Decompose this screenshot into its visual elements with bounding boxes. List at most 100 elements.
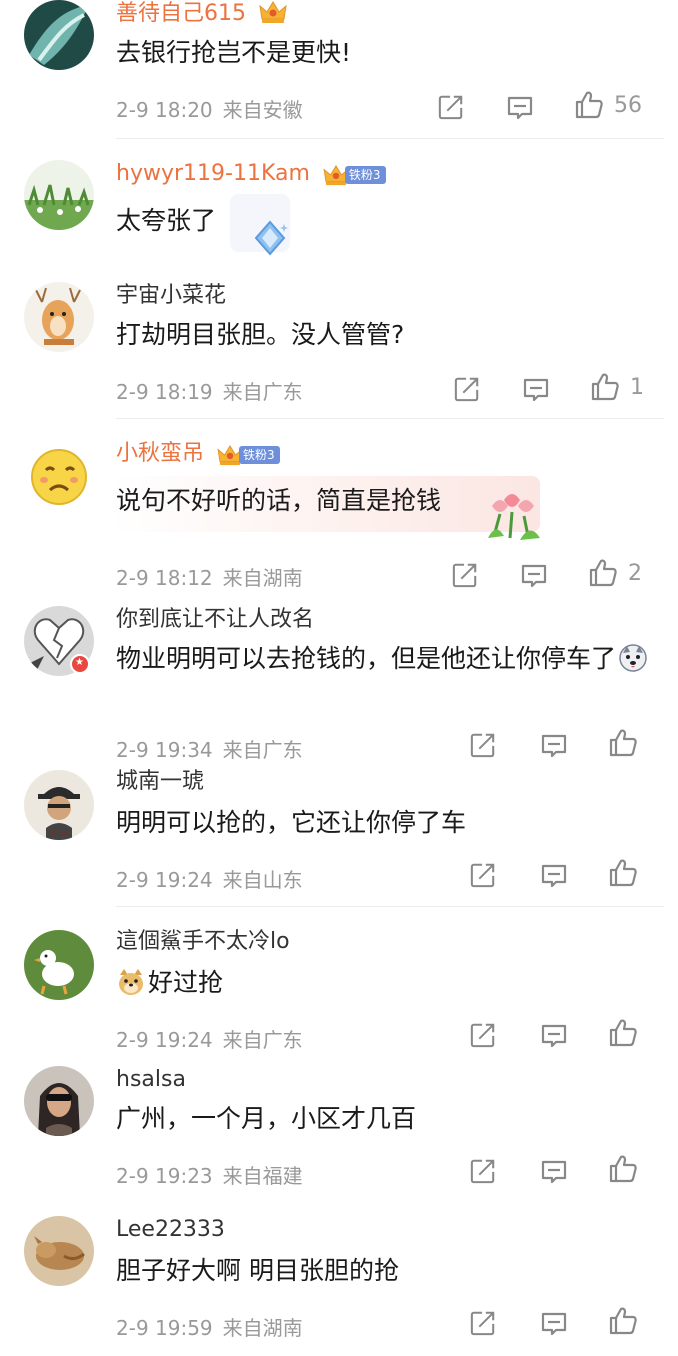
comment-text: 说句不好听的话，简直是抢钱	[116, 486, 442, 515]
username[interactable]: Lee22333	[116, 1216, 225, 1244]
share-button[interactable]	[470, 862, 496, 888]
comment-location: 来自广东	[222, 738, 303, 762]
avatar[interactable]	[24, 440, 94, 510]
comment-bubble-icon	[540, 1022, 568, 1050]
username[interactable]: 宇宙小菜花	[116, 282, 226, 310]
avatar[interactable]	[24, 282, 94, 352]
edit-share-icon	[470, 732, 496, 758]
reply-button[interactable]	[520, 562, 548, 590]
like-count: 1	[630, 374, 644, 400]
thumbs-up-icon	[608, 1018, 638, 1048]
username-text[interactable]: 小秋蛮吊	[116, 441, 204, 466]
thumbs-up-icon	[608, 728, 638, 758]
avatar[interactable]	[24, 160, 94, 230]
comment-bubble-icon	[540, 862, 568, 890]
comment-location: 来自湖南	[222, 566, 303, 590]
username-text[interactable]: hywyr119-11Kam	[116, 161, 310, 186]
username[interactable]: hywyr119-11Kam 铁粉3	[116, 160, 386, 188]
thumbs-up-icon	[588, 558, 618, 588]
thumbs-up-icon	[608, 1306, 638, 1336]
avatar[interactable]	[24, 1066, 94, 1136]
comment-date: 2-9 19:24	[116, 868, 213, 892]
comment-meta: 2-9 19:59 来自湖南	[116, 1312, 303, 1341]
comment-meta: 2-9 18:19 来自广东	[116, 376, 303, 405]
like-button[interactable]	[608, 1306, 638, 1336]
like-button[interactable]	[608, 1154, 638, 1184]
like-button[interactable]	[608, 728, 638, 758]
comment-text: 胆子好大啊 明目张胆的抢	[116, 1256, 399, 1285]
username[interactable]: 你到底让不让人改名	[116, 606, 314, 634]
like-button[interactable]	[608, 858, 638, 888]
fan-badge: 铁粉3	[323, 161, 386, 183]
reply-button[interactable]	[540, 1310, 568, 1338]
comment-text: 明明可以抢的，它还让你停了车	[116, 808, 467, 837]
like-button[interactable]: 1	[590, 372, 644, 402]
comment-meta: 2-9 19:34 来自广东	[116, 734, 303, 763]
share-button[interactable]	[438, 94, 464, 120]
comment-date: 2-9 18:19	[116, 380, 213, 404]
reply-button[interactable]	[540, 732, 568, 760]
thumbs-up-icon	[574, 90, 604, 120]
husky-emoji-icon	[619, 644, 647, 672]
edit-share-icon	[470, 1022, 496, 1048]
comment-meta: 2-9 19:24 来自山东	[116, 864, 303, 893]
reply-button[interactable]	[540, 1022, 568, 1050]
comment-location: 来自安徽	[222, 98, 303, 122]
reply-button[interactable]	[522, 376, 550, 404]
svg-text:Léon: Léon	[51, 829, 71, 838]
share-button[interactable]	[470, 1310, 496, 1336]
comment-text-body: 好过抢	[148, 968, 224, 997]
username[interactable]: hsalsa	[116, 1066, 186, 1094]
share-button[interactable]	[470, 1158, 496, 1184]
username[interactable]: 這個鯊手不太冷lo	[116, 928, 290, 956]
vip-crown-icon	[259, 0, 287, 24]
like-button[interactable]	[608, 1018, 638, 1048]
edit-share-icon	[470, 1310, 496, 1336]
comment-bubble-icon	[540, 732, 568, 760]
username[interactable]: 小秋蛮吊 铁粉3	[116, 440, 280, 468]
username[interactable]: 善待自己615	[116, 0, 287, 28]
share-button[interactable]	[454, 376, 480, 402]
comment-date: 2-9 19:59	[116, 1316, 213, 1340]
avatar[interactable]: Léon	[24, 770, 94, 840]
like-button[interactable]: 2	[588, 558, 642, 588]
thumbs-up-icon	[590, 372, 620, 402]
avatar[interactable]	[24, 930, 94, 1000]
comment-location: 来自广东	[222, 380, 303, 404]
thumbs-up-icon	[608, 1154, 638, 1184]
like-count: 2	[628, 560, 642, 586]
like-button[interactable]: 56	[574, 90, 642, 120]
comment-bubble-icon	[540, 1310, 568, 1338]
divider	[0, 262, 678, 263]
comment-meta: 2-9 18:20 来自安徽	[116, 94, 303, 123]
tulip-sticker-icon	[488, 494, 540, 540]
divider	[116, 418, 664, 419]
share-button[interactable]	[470, 1022, 496, 1048]
doge-emoji-icon	[119, 969, 143, 995]
share-button[interactable]	[470, 732, 496, 758]
comment-bubble-icon	[522, 376, 550, 404]
edit-share-icon	[452, 562, 478, 588]
username[interactable]: 城南一琥	[116, 768, 204, 796]
comment-text: 去银行抢岂不是更快!	[116, 38, 352, 67]
username-text[interactable]: 善待自己615	[116, 1, 246, 26]
comment-meta: 2-9 19:24 来自广东	[116, 1024, 303, 1053]
divider	[116, 906, 664, 907]
share-button[interactable]	[452, 562, 478, 588]
reply-button[interactable]	[506, 94, 534, 122]
avatar[interactable]	[24, 0, 94, 70]
comment-bubble-icon	[506, 94, 534, 122]
comment-location: 来自山东	[222, 868, 303, 892]
comment-text-body: 物业明明可以去抢钱的，但是他还让你停车了	[116, 644, 617, 673]
comment-date: 2-9 18:20	[116, 98, 213, 122]
fan-badge: 铁粉3	[217, 441, 280, 463]
reply-button[interactable]	[540, 862, 568, 890]
edit-share-icon	[470, 862, 496, 888]
comment-location: 来自湖南	[222, 1316, 303, 1340]
like-count: 56	[614, 92, 642, 118]
reply-button[interactable]	[540, 1158, 568, 1186]
comment-text: 物业明明可以去抢钱的，但是他还让你停车了	[116, 640, 656, 678]
avatar[interactable]	[24, 1216, 94, 1286]
edit-share-icon	[454, 376, 480, 402]
comment-text: 打劫明目张胆。没人管管?	[116, 320, 405, 349]
